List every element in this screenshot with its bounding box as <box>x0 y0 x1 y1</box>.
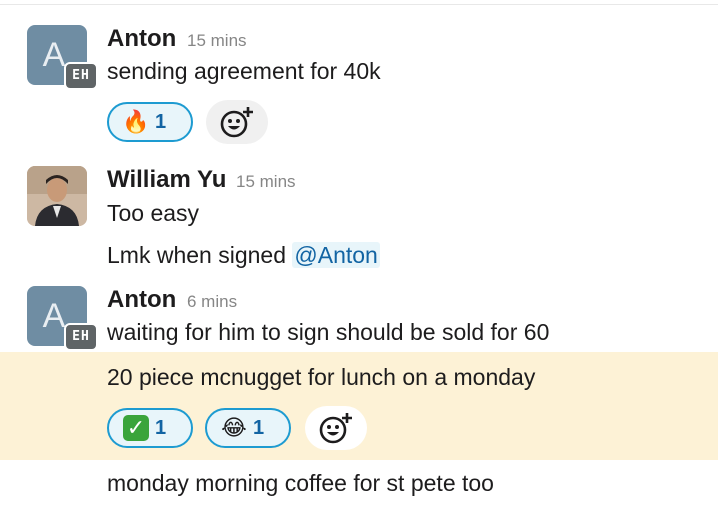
message-text: Too easy <box>107 200 200 226</box>
avatar-anton[interactable]: A EH <box>27 286 98 351</box>
author-name[interactable]: William Yu <box>107 166 226 194</box>
author-name[interactable]: Anton <box>107 25 176 53</box>
message-timestamp[interactable]: 15 mins <box>236 172 296 192</box>
team-badge: EH <box>64 323 98 351</box>
message-text-prefix: Lmk when signed <box>107 242 293 268</box>
add-reaction-button[interactable] <box>305 406 367 450</box>
add-reaction-icon <box>319 413 352 444</box>
add-reaction-icon <box>220 107 253 138</box>
reaction-fire[interactable]: 🔥 1 <box>107 102 193 142</box>
message-text: 20 piece mcnugget for lunch on a monday <box>107 364 536 390</box>
avatar-anton[interactable]: A EH <box>27 25 98 90</box>
joy-icon: 😂 <box>221 415 247 440</box>
reaction-check[interactable]: ✓ 1 <box>107 408 193 448</box>
message-timestamp[interactable]: 15 mins <box>187 31 247 51</box>
team-badge: EH <box>64 62 98 90</box>
message-timestamp[interactable]: 6 mins <box>187 292 237 312</box>
reaction-count: 1 <box>155 110 167 133</box>
avatar-william-yu[interactable] <box>27 166 87 226</box>
message-text: monday morning coffee for st pete too <box>107 470 494 496</box>
add-reaction-button[interactable] <box>206 100 268 144</box>
fire-icon: 🔥 <box>122 109 150 134</box>
message-text: waiting for him to sign should be sold f… <box>107 319 550 345</box>
profile-photo-icon <box>27 166 87 226</box>
message-text: sending agreement for 40k <box>107 58 381 84</box>
reaction-count: 1 <box>155 416 167 439</box>
top-divider <box>0 4 718 5</box>
user-mention[interactable]: @Anton <box>292 242 380 268</box>
author-name[interactable]: Anton <box>107 286 176 314</box>
reaction-count: 1 <box>253 416 265 439</box>
message-text: Lmk when signed @Anton <box>107 242 380 269</box>
reaction-joy[interactable]: 😂 1 <box>205 408 291 448</box>
white-check-mark-icon: ✓ <box>123 415 149 441</box>
